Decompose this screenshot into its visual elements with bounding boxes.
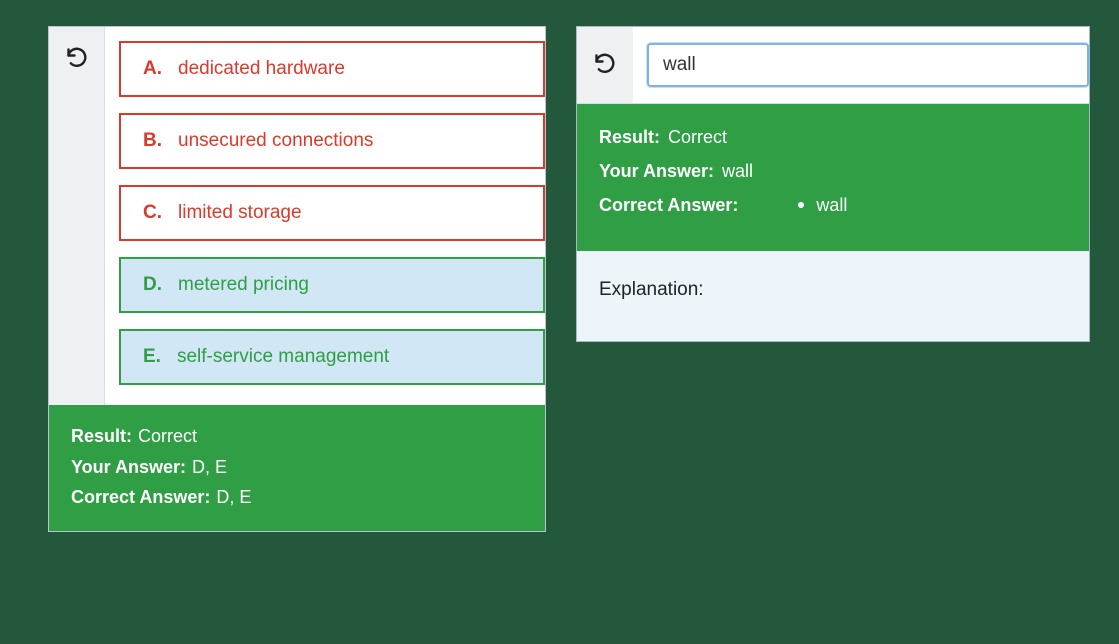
correct-answer-line: Correct Answer: D, E xyxy=(71,482,523,513)
option-text: dedicated hardware xyxy=(178,58,345,80)
correct-answer-line: Correct Answer: wall xyxy=(599,188,1067,222)
result-line: Result: Correct xyxy=(599,120,1067,154)
result-value: Correct xyxy=(138,421,197,452)
your-answer-line: Your Answer: D, E xyxy=(71,452,523,483)
result-block: Result: Correct Your Answer: D, E Correc… xyxy=(49,405,545,531)
result-line: Result: Correct xyxy=(71,421,523,452)
panel-top-row: A. dedicated hardware B. unsecured conne… xyxy=(49,27,545,405)
result-label: Result: xyxy=(599,120,660,154)
your-answer-value: D, E xyxy=(192,452,227,483)
explanation-block: Explanation: xyxy=(577,251,1089,341)
option-letter: A. xyxy=(143,58,162,80)
option-b[interactable]: B. unsecured connections xyxy=(119,113,545,169)
option-e[interactable]: E. self-service management xyxy=(119,329,545,385)
input-column xyxy=(633,27,1089,103)
your-answer-label: Your Answer: xyxy=(599,154,714,188)
undo-column xyxy=(577,27,633,103)
bullet-icon xyxy=(798,202,804,208)
option-letter: E. xyxy=(143,346,161,368)
option-letter: D. xyxy=(143,274,162,296)
your-answer-value: wall xyxy=(722,154,753,188)
option-letter: C. xyxy=(143,202,162,224)
result-value: Correct xyxy=(668,120,727,154)
correct-answer-label: Correct Answer: xyxy=(71,482,210,513)
undo-icon[interactable] xyxy=(65,45,89,74)
quiz-panel-multiple-choice: A. dedicated hardware B. unsecured conne… xyxy=(48,26,546,532)
option-letter: B. xyxy=(143,130,162,152)
panel-top-row xyxy=(577,27,1089,104)
your-answer-line: Your Answer: wall xyxy=(599,154,1067,188)
result-block: Result: Correct Your Answer: wall Correc… xyxy=(577,104,1089,251)
options-list: A. dedicated hardware B. unsecured conne… xyxy=(105,27,545,405)
option-text: self-service management xyxy=(177,346,389,368)
quiz-panel-text-input: Result: Correct Your Answer: wall Correc… xyxy=(576,26,1090,342)
option-a[interactable]: A. dedicated hardware xyxy=(119,41,545,97)
undo-column xyxy=(49,27,105,405)
option-text: metered pricing xyxy=(178,274,309,296)
result-label: Result: xyxy=(71,421,132,452)
answer-input[interactable] xyxy=(647,43,1089,87)
option-text: unsecured connections xyxy=(178,130,373,152)
correct-answer-value: wall xyxy=(816,188,847,222)
option-d[interactable]: D. metered pricing xyxy=(119,257,545,313)
option-text: limited storage xyxy=(178,202,302,224)
undo-icon[interactable] xyxy=(593,51,617,80)
correct-answer-label: Correct Answer: xyxy=(599,188,738,222)
correct-answer-value: D, E xyxy=(216,482,251,513)
option-c[interactable]: C. limited storage xyxy=(119,185,545,241)
explanation-label: Explanation: xyxy=(599,279,704,300)
your-answer-label: Your Answer: xyxy=(71,452,186,483)
